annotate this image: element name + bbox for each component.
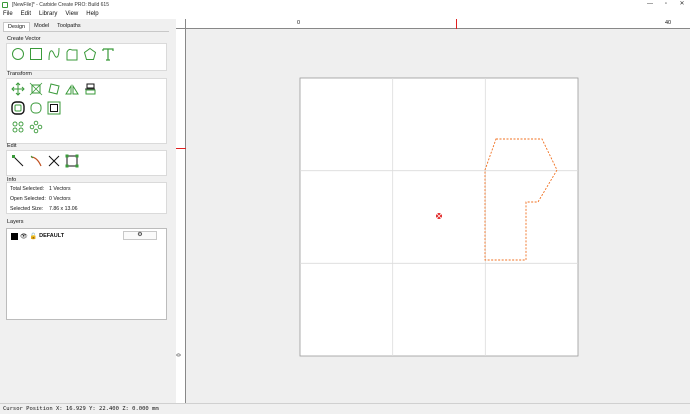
boolean-icon bbox=[47, 101, 61, 115]
app-logo-icon bbox=[2, 1, 8, 8]
node-edit-icon bbox=[12, 155, 24, 167]
scale-tool[interactable] bbox=[27, 81, 45, 97]
rotate-icon bbox=[48, 83, 60, 95]
transform-tools-row-1 bbox=[9, 81, 99, 97]
tab-design[interactable]: Design bbox=[3, 22, 31, 31]
fillet-tool[interactable] bbox=[27, 100, 45, 116]
edit-heading: Edit bbox=[7, 143, 17, 149]
transform-tools-row-3 bbox=[9, 119, 45, 135]
bounding-box-tool[interactable] bbox=[63, 153, 81, 169]
status-bar: Cursor Position X: 16.929 Y: 22.400 Z: 0… bbox=[0, 403, 690, 414]
menu-file[interactable]: File bbox=[3, 11, 13, 17]
ruler-top-cursor-marker bbox=[456, 19, 457, 29]
ruler-top: 0 40 bbox=[176, 19, 690, 29]
info-selected-size: Selected Size: 7.86 x 13.06 bbox=[10, 206, 78, 212]
canvas-drawing bbox=[299, 77, 579, 357]
linear-array-tool[interactable] bbox=[27, 119, 45, 135]
move-tool[interactable] bbox=[9, 81, 27, 97]
rotate-tool[interactable] bbox=[45, 81, 63, 97]
layers-heading: Layers bbox=[7, 219, 24, 225]
boolean-tool[interactable] bbox=[45, 100, 63, 116]
ruler-left: 0 bbox=[176, 29, 186, 403]
window-controls: — ▫ ✕ bbox=[642, 0, 690, 9]
total-selected-value: 1 Vectors bbox=[49, 186, 71, 192]
mirror-icon bbox=[65, 84, 79, 95]
move-icon bbox=[11, 82, 25, 96]
trim-icon bbox=[30, 155, 42, 167]
text-icon bbox=[102, 48, 114, 61]
maximize-button[interactable]: ▫ bbox=[658, 0, 674, 9]
title-bar: [NewFile]* - Carbide Create PRO: Build 6… bbox=[0, 0, 690, 9]
minimize-button[interactable]: — bbox=[642, 0, 658, 9]
cursor-position: Cursor Position X: 16.929 Y: 22.400 Z: 0… bbox=[3, 406, 159, 412]
rectangle-icon bbox=[30, 48, 42, 60]
carbide-create-window: [NewFile]* - Carbide Create PRO: Build 6… bbox=[0, 0, 690, 414]
lock-icon[interactable]: 🔓 bbox=[30, 233, 37, 240]
linear-array-icon bbox=[29, 120, 43, 134]
menu-bar: File Edit Library View Help bbox=[0, 9, 690, 19]
window-title: [NewFile]* - Carbide Create PRO: Build 6… bbox=[12, 1, 109, 8]
offset-icon bbox=[11, 101, 25, 115]
design-canvas[interactable] bbox=[187, 30, 690, 403]
open-selected-value: 0 Vectors bbox=[49, 196, 71, 202]
panel-tabs: Design Model Toolpaths bbox=[3, 22, 85, 31]
curve-icon bbox=[48, 47, 60, 61]
eye-icon[interactable]: 👁 bbox=[20, 233, 28, 240]
open-selected-label: Open Selected: bbox=[10, 196, 46, 202]
trim-tool[interactable] bbox=[27, 153, 45, 169]
gear-icon: ⚙ bbox=[137, 232, 143, 238]
menu-library[interactable]: Library bbox=[39, 11, 57, 17]
polygon-icon bbox=[83, 47, 97, 60]
create-vector-heading: Create Vector bbox=[7, 36, 41, 42]
tab-toolpaths[interactable]: Toolpaths bbox=[53, 22, 85, 31]
polygon-tool[interactable] bbox=[81, 46, 99, 62]
mirror-tool[interactable] bbox=[63, 81, 81, 97]
node-edit-tool[interactable] bbox=[9, 153, 27, 169]
offset-tool[interactable] bbox=[9, 100, 27, 116]
create-vector-tools bbox=[9, 46, 117, 62]
delete-icon bbox=[48, 155, 60, 167]
ruler-left-cursor-marker bbox=[176, 148, 186, 149]
selected-size-label: Selected Size: bbox=[10, 206, 44, 212]
ruler-left-label-0: 0 bbox=[176, 353, 183, 357]
bounding-box-icon bbox=[65, 154, 79, 168]
info-total-selected: Total Selected: 1 Vectors bbox=[10, 186, 71, 192]
ruler-top-label-0: 0 bbox=[297, 20, 301, 26]
tab-model[interactable]: Model bbox=[30, 22, 53, 31]
menu-view[interactable]: View bbox=[65, 11, 78, 17]
ruler-top-label-40: 40 bbox=[665, 20, 672, 26]
delete-tool[interactable] bbox=[45, 153, 63, 169]
circle-icon bbox=[12, 48, 24, 60]
selected-size-value: 7.86 x 13.06 bbox=[49, 206, 78, 212]
layer-name: DEFAULT bbox=[39, 233, 65, 239]
rectangle-tool[interactable] bbox=[27, 46, 45, 62]
align-tool[interactable] bbox=[81, 81, 99, 97]
menu-help[interactable]: Help bbox=[86, 11, 98, 17]
align-icon bbox=[85, 83, 96, 95]
circular-array-icon bbox=[12, 121, 24, 133]
polyline-tool[interactable] bbox=[63, 46, 81, 62]
transform-heading: Transform bbox=[7, 71, 32, 77]
text-tool[interactable] bbox=[99, 46, 117, 62]
polyline-icon bbox=[66, 48, 78, 61]
layer-settings-button[interactable]: ⚙ bbox=[123, 231, 157, 240]
circular-array-tool[interactable] bbox=[9, 119, 27, 135]
transform-tools-row-2 bbox=[9, 100, 63, 116]
curve-tool[interactable] bbox=[45, 46, 63, 62]
scale-icon bbox=[29, 82, 43, 96]
left-panel: Design Model Toolpaths Create Vector Tra… bbox=[0, 19, 172, 403]
fillet-icon bbox=[30, 102, 42, 114]
layer-color-swatch[interactable] bbox=[11, 232, 18, 240]
layers-list: 👁 🔓 DEFAULT ⚙ bbox=[6, 228, 167, 320]
menu-edit[interactable]: Edit bbox=[21, 11, 31, 17]
ruler-corner bbox=[176, 19, 186, 29]
origin-marker-icon bbox=[435, 212, 443, 220]
edit-tools bbox=[9, 153, 81, 169]
close-button[interactable]: ✕ bbox=[674, 0, 690, 9]
layer-row[interactable]: 👁 🔓 DEFAULT ⚙ bbox=[11, 231, 163, 241]
circle-tool[interactable] bbox=[9, 46, 27, 62]
info-open-selected: Open Selected: 0 Vectors bbox=[10, 196, 71, 202]
total-selected-label: Total Selected: bbox=[10, 186, 45, 192]
